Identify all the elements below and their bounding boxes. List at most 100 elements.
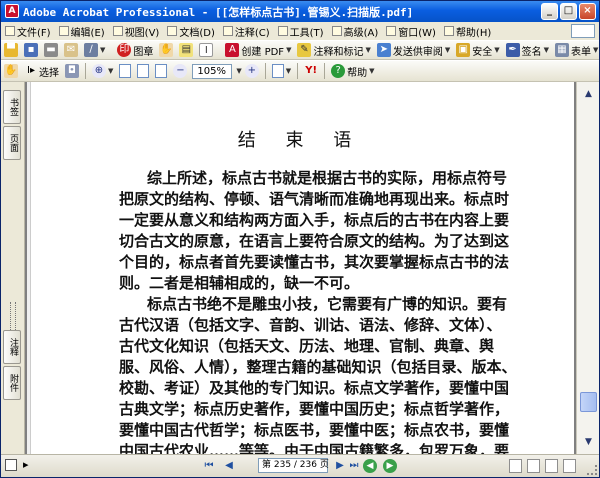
yahoo-icon: Y! xyxy=(305,65,318,76)
text-select-button[interactable]: I xyxy=(196,41,216,59)
navigation-panel: 书签 页面 注释 附件 xyxy=(1,82,25,454)
page-number-field[interactable]: 第 235 / 236 页 xyxy=(258,458,329,473)
text-select-icon: I xyxy=(199,43,214,57)
menu-edit[interactable]: 编辑(E) xyxy=(58,24,105,39)
attachments-tab[interactable]: 附件 xyxy=(3,366,21,400)
status-bar: ▸ ⏮ ◀ 第 235 / 236 页 ▶ ⏭ ◀ ▶ xyxy=(1,454,599,477)
forms-button[interactable]: ▦ 表单 ▼ xyxy=(552,41,600,59)
hand-tool-button[interactable]: ✋ xyxy=(156,41,176,59)
stamp-icon: 印 xyxy=(117,43,132,57)
text-line: 要懂中国古代哲学；标点医书，要懂中医；标点农书，要懂 xyxy=(119,421,510,439)
hand-icon: ✋ xyxy=(4,64,18,78)
comment-markup-button[interactable]: ✎ 注释和标记 ▼ xyxy=(294,41,373,59)
save-icon: ▪ xyxy=(24,43,38,57)
toolbar-separator xyxy=(297,63,299,79)
expand-arrow-icon[interactable]: ▸ xyxy=(23,458,29,471)
print-icon: ▬ xyxy=(44,43,58,57)
fit-width-button[interactable] xyxy=(152,62,170,80)
zoom-out-button[interactable]: − xyxy=(170,62,190,80)
previous-page-button[interactable]: ◀ xyxy=(221,458,237,474)
maximize-button[interactable]: □ xyxy=(560,3,577,20)
scrollbar-thumb[interactable] xyxy=(580,392,597,412)
toolbar-separator xyxy=(264,63,266,79)
document-menu-icon xyxy=(167,26,178,36)
email-button[interactable]: ✉ xyxy=(61,41,81,59)
page-heading: 结 束 语 xyxy=(237,130,364,151)
text-line: 切合古文的原意，在语言上要符合原文的结构。为了达到这 xyxy=(119,232,510,250)
single-page-layout-icon[interactable] xyxy=(509,459,522,473)
vertical-scrollbar[interactable]: ▲ ▼ xyxy=(576,82,599,454)
send-review-icon: ➤ xyxy=(376,43,391,57)
snapshot-button[interactable]: ◘ xyxy=(62,62,82,80)
email-icon: ✉ xyxy=(64,43,78,57)
scroll-down-arrow[interactable]: ▼ xyxy=(580,434,597,451)
hand-tool-button-2[interactable]: ✋ xyxy=(1,62,21,80)
continuous-layout-icon[interactable] xyxy=(527,459,540,473)
title-bar: A Adobe Acrobat Professional - [[怎样标点古书]… xyxy=(1,1,599,22)
fit-page-button[interactable] xyxy=(134,62,152,80)
zoom-field[interactable]: 105% xyxy=(192,63,233,79)
help-search-box[interactable] xyxy=(571,24,595,38)
comments-tab[interactable]: 注释 xyxy=(3,330,21,364)
scroll-up-arrow[interactable]: ▲ xyxy=(580,86,597,103)
pdf-page: 结 束 语 综上所述，标点古书就是根据古书的实际，用标点符号 把原文的结构、停顿… xyxy=(27,82,574,454)
previous-view-button[interactable]: ◀ xyxy=(363,459,377,473)
next-view-button[interactable]: ▶ xyxy=(383,459,397,473)
text-line: 古代文化知识（包括天文、历法、地理、官制、典章、舆 xyxy=(119,337,495,355)
pages-tab[interactable]: 页面 xyxy=(3,126,21,160)
acrobat-app-icon: A xyxy=(5,4,19,18)
open-button[interactable]: ▀ xyxy=(1,41,21,59)
panel-resize-grip[interactable] xyxy=(10,302,16,332)
text-line: 校勘、考证）及其他的专门知识。标点文学著作，要懂中国 xyxy=(119,379,510,397)
help-icon: ? xyxy=(331,64,346,78)
rotate-button[interactable]: ▼ xyxy=(269,62,294,80)
menu-window[interactable]: 窗口(W) xyxy=(386,24,436,39)
create-pdf-button[interactable]: A 创建 PDF ▼ xyxy=(222,41,294,59)
camera-icon: ◘ xyxy=(65,64,79,78)
save-button[interactable]: ▪ xyxy=(21,41,41,59)
zoom-tool-button[interactable]: ⊕ ▼ xyxy=(89,62,116,80)
minimize-button[interactable]: _ xyxy=(541,3,558,20)
annotate-button[interactable]: ▤ xyxy=(176,41,196,59)
edit-menu-icon xyxy=(58,26,69,36)
page-thumbnail-icon[interactable] xyxy=(5,459,17,471)
view-menu-icon xyxy=(112,26,123,36)
security-button[interactable]: ▣ 安全 ▼ xyxy=(453,41,502,59)
window-menu-icon xyxy=(386,26,397,36)
document-view[interactable]: 结 束 语 综上所述，标点古书就是根据古书的实际，用标点符号 把原文的结构、停顿… xyxy=(25,82,576,454)
note-icon: ▤ xyxy=(179,43,194,57)
first-page-button[interactable]: ⏮ xyxy=(201,458,217,474)
main-toolbar: ▀ ▪ ▬ ✉ ∕ ▼ 印图章 ✋ ▤ I A 创建 PDF ▼ ✎ 注释和标记 ▼ ➤ 发… xyxy=(1,40,599,60)
menu-file[interactable]: 文件(F) xyxy=(5,24,51,39)
text-line: 服、风俗、人情），整理古籍的基础知识（包括目录、版本、 xyxy=(119,358,517,376)
last-page-button[interactable]: ⏭ xyxy=(346,458,362,474)
close-button[interactable]: × xyxy=(579,3,596,20)
menu-tools[interactable]: 工具(T) xyxy=(277,24,324,39)
sign-button[interactable]: ✒ 签名 ▼ xyxy=(503,41,552,59)
magnifier-icon: ⊕ xyxy=(92,64,106,78)
menu-help[interactable]: 帮助(H) xyxy=(443,24,491,39)
text-line: 古典文学；标点历史著作，要懂中国历史；标点哲学著作， xyxy=(119,400,510,418)
menu-document[interactable]: 文档(D) xyxy=(167,24,215,39)
menu-advanced[interactable]: 高级(A) xyxy=(331,24,378,39)
create-pdf-icon: A xyxy=(225,43,240,57)
toolbar-separator xyxy=(324,63,326,79)
bookmarks-tab[interactable]: 书签 xyxy=(3,90,21,124)
send-review-button[interactable]: ➤ 发送供审阅 ▼ xyxy=(374,41,453,59)
window-title: Adobe Acrobat Professional - [[怎样标点古书].管… xyxy=(23,6,414,19)
resize-grip[interactable] xyxy=(587,465,597,475)
stamp-button[interactable]: 印图章 xyxy=(114,41,156,59)
attach-button[interactable]: ∕ ▼ xyxy=(81,41,108,59)
print-button[interactable]: ▬ xyxy=(41,41,61,59)
navigation-toolbar: ✋ I▸ 选择 ◘ ⊕ ▼ − 105% ▼ + ▼ Y! ? 帮助 ▼ xyxy=(1,60,599,82)
menu-comments[interactable]: 注释(C) xyxy=(222,24,270,39)
help-button[interactable]: ? 帮助 ▼ xyxy=(328,62,377,80)
zoom-in-button[interactable]: + xyxy=(242,62,262,80)
yahoo-search-button[interactable]: Y! xyxy=(301,62,321,80)
continuous-facing-layout-icon[interactable] xyxy=(563,459,576,473)
toolbar-separator xyxy=(85,63,86,79)
select-tool-button[interactable]: I▸ 选择 xyxy=(21,62,62,80)
actual-size-button[interactable] xyxy=(116,62,134,80)
menu-view[interactable]: 视图(V) xyxy=(112,24,159,39)
facing-layout-icon[interactable] xyxy=(545,459,558,473)
